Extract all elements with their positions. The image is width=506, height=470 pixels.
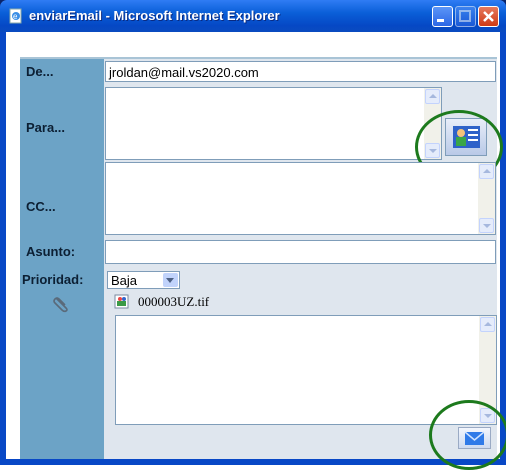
prioridad-select[interactable]: Baja <box>107 271 180 289</box>
prioridad-selected: Baja <box>111 273 138 288</box>
de-value: jroldan@mail.vs2020.com <box>109 65 259 80</box>
minimize-button[interactable] <box>432 6 453 27</box>
cc-field[interactable] <box>105 162 496 235</box>
scroll-up-button[interactable] <box>480 317 495 332</box>
form-top-border <box>20 57 497 59</box>
title-bar[interactable]: e enviarEmail - Microsoft Internet Explo… <box>0 0 506 32</box>
attachment-name: 000003UZ.tif <box>138 294 210 309</box>
image-file-icon <box>114 294 129 309</box>
window-frame-bottom <box>0 459 506 465</box>
maximize-button[interactable] <box>455 6 476 27</box>
scroll-up-button[interactable] <box>479 164 494 179</box>
maximize-icon <box>459 10 471 22</box>
scroll-up-button[interactable] <box>425 89 440 104</box>
asunto-label: Asunto: <box>26 244 76 259</box>
svg-text:e: e <box>13 12 18 21</box>
chevron-down-icon[interactable] <box>163 273 178 287</box>
message-body[interactable] <box>115 315 497 425</box>
close-button[interactable] <box>478 6 499 27</box>
window-frame-right <box>500 32 506 459</box>
paperclip-icon[interactable] <box>52 294 72 314</box>
close-icon <box>483 11 494 22</box>
minimize-icon <box>437 19 444 22</box>
attachment-item[interactable]: 000003UZ.tif <box>108 292 497 312</box>
highlight-circle-send <box>429 400 506 470</box>
ie-page-icon: e <box>9 8 22 24</box>
de-label[interactable]: De... <box>26 64 53 79</box>
cc-label[interactable]: CC... <box>26 199 56 214</box>
cc-scrollbar[interactable] <box>478 163 495 234</box>
window-title: enviarEmail - Microsoft Internet Explore… <box>29 8 280 23</box>
para-label[interactable]: Para... <box>26 120 65 135</box>
scroll-down-button[interactable] <box>479 218 494 233</box>
prioridad-label: Prioridad: <box>22 272 84 287</box>
asunto-field[interactable] <box>105 240 496 264</box>
para-field[interactable] <box>105 87 442 160</box>
de-field[interactable]: jroldan@mail.vs2020.com <box>105 61 496 82</box>
